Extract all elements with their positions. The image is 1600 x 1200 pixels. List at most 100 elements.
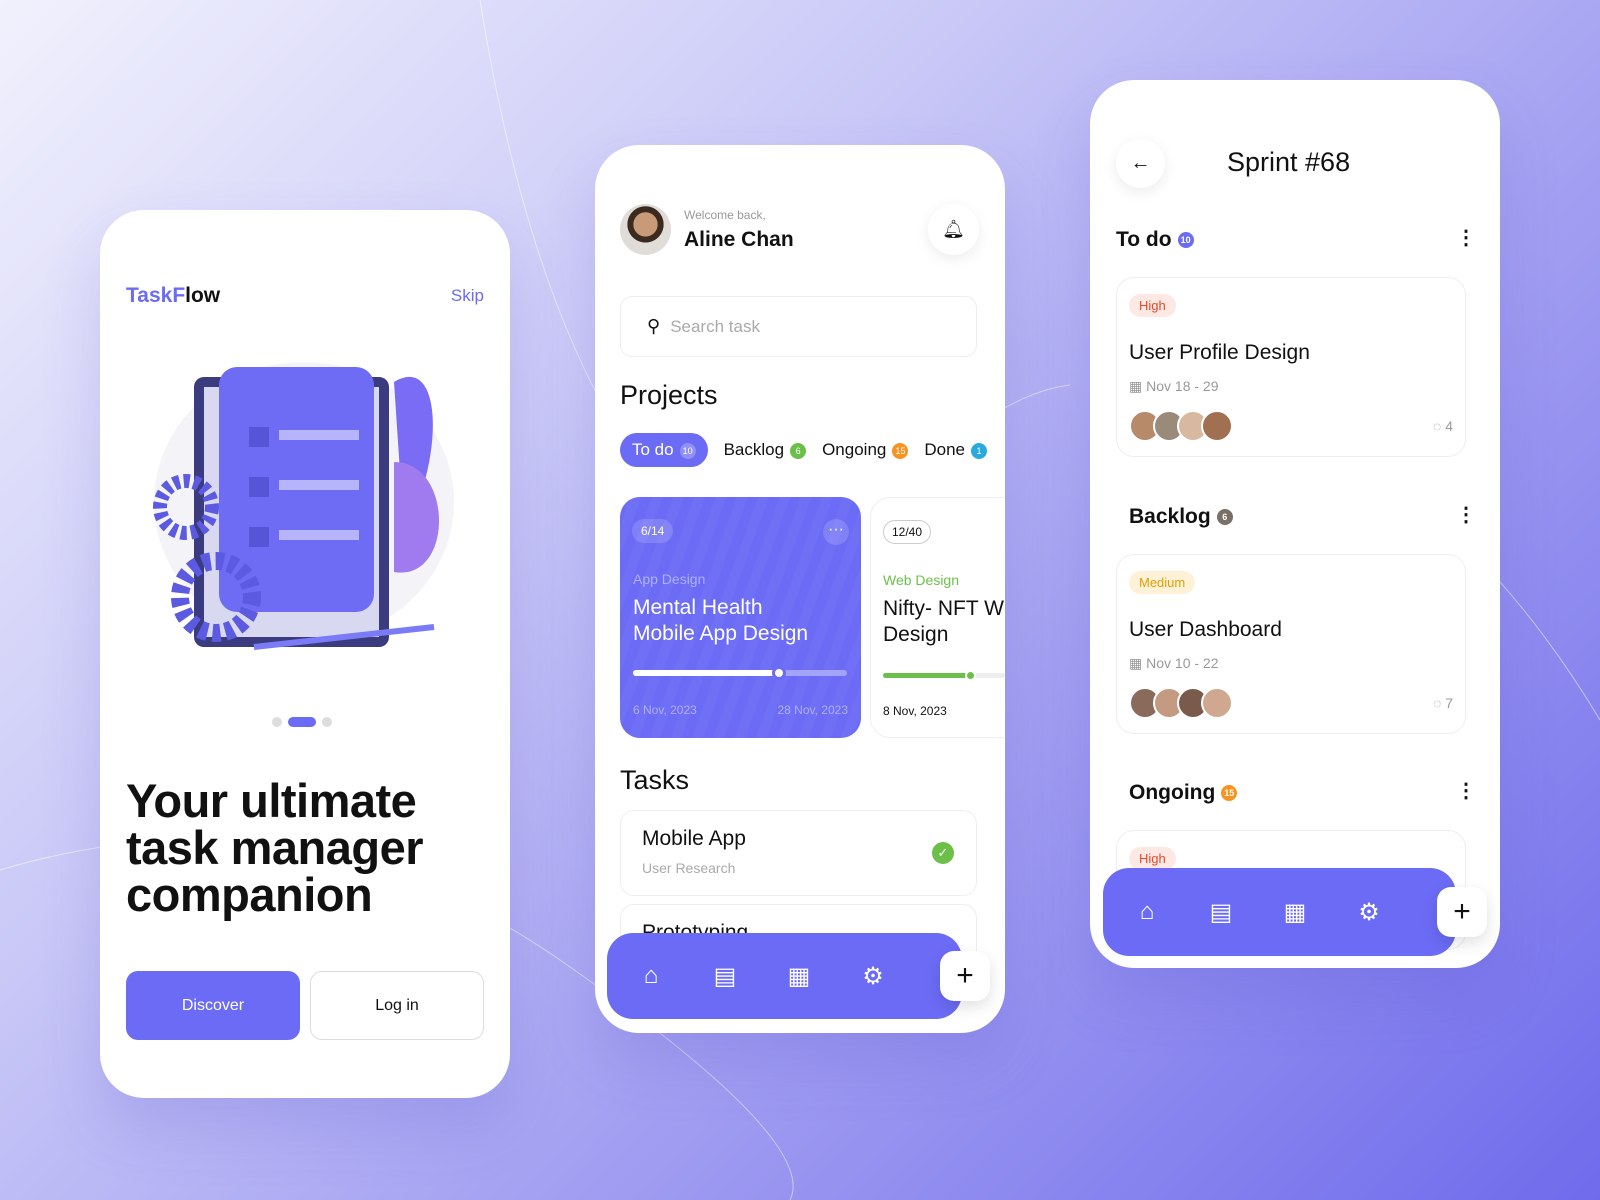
project-category: App Design [633,571,706,587]
more-icon[interactable]: ⋮ [1456,502,1476,527]
user-avatar[interactable] [620,204,671,255]
tab-backlog[interactable]: Backlog 6 [723,440,807,460]
comment-icon: ◌ [1432,418,1446,434]
section-ongoing: Ongoing 15 [1129,781,1238,805]
start-date: 6 Nov, 2023 [633,703,697,717]
logo-part: Task [126,284,173,307]
showcase-background: TaskFlow Skip Your ultimate task manager… [0,0,1600,1200]
sprint-title: Sprint #68 [1227,147,1351,177]
project-tabs: To do 10 Backlog 6 Ongoing 15 Done 1 [620,433,987,467]
search-input[interactable]: ⚲ Search task [620,296,977,357]
tab-todo[interactable]: To do 10 [620,433,708,467]
tab-label: Backlog [723,440,785,459]
sprint-screen: ← Sprint #68 To do 10 ⋮ High User Profile… [1090,80,1500,968]
task-count-pill: 6/14 [632,519,674,543]
task-subtitle: User Research [642,860,736,876]
search-icon: ⚲ [647,316,661,336]
home-screen: Welcome back, Aline Chan 🔔︎ ⚲ Search tas… [595,145,1005,1033]
avatar [1201,687,1233,719]
calendar-icon[interactable]: ▦ [1281,898,1309,927]
project-title: Nifty- NFT W Design [883,596,1004,648]
task-card[interactable]: Medium User Dashboard ▦ Nov 10 - 22 ◌ 7 [1116,554,1466,734]
calendar-icon[interactable]: ▦ [785,962,813,991]
title-line: Design [883,623,949,646]
card-title: User Profile Design [1129,341,1310,364]
headline: Your ultimate task manager companion [126,774,424,921]
title-line: Mental Health [633,596,763,619]
tab-label: To do [632,440,674,459]
section-count: 10 [1177,232,1194,249]
section-count: 15 [1221,785,1238,802]
card-date: Nov 10 - 22 [1146,655,1219,671]
discover-button[interactable]: Discover [126,971,300,1040]
tasks-title: Tasks [620,765,690,795]
project-title: Mental Health Mobile App Design [633,595,808,647]
task-title: Mobile App [642,827,746,850]
tab-done[interactable]: Done 1 [924,440,987,460]
comment-icon: ◌ [1432,695,1446,711]
page-indicator [272,717,332,727]
section-todo: To do 10 [1116,228,1194,252]
more-icon[interactable]: ⋮ [1456,778,1476,803]
user-name: Aline Chan [684,228,794,251]
tab-count: 15 [892,442,909,459]
back-button[interactable]: ← [1116,139,1165,188]
progress-handle[interactable] [964,670,976,681]
home-icon[interactable]: ⌂ [637,962,665,990]
onboarding-screen: TaskFlow Skip Your ultimate task manager… [100,210,510,1098]
start-date: 8 Nov, 2023 [883,704,947,718]
project-category: Web Design [883,572,960,588]
task-item[interactable]: Mobile App User Research ✓ [620,810,977,896]
headline-line: task manager [126,821,424,874]
project-card[interactable]: 6/14 ··· App Design Mental Health Mobile … [620,497,861,738]
card-date: Nov 18 - 29 [1146,378,1219,394]
bell-icon[interactable]: 🔔︎ [928,204,979,255]
tab-label: Done [924,440,965,459]
more-icon[interactable]: ⋮ [1456,225,1476,250]
section-label: Ongoing [1129,781,1216,804]
home-icon[interactable]: ⌂ [1133,898,1161,926]
priority-badge: Medium [1129,571,1196,594]
login-button[interactable]: Log in [310,971,484,1040]
comment-count: 4 [1445,418,1453,434]
tab-ongoing[interactable]: Ongoing 15 [822,440,909,460]
headline-line: Your ultimate [126,774,417,827]
progress-handle[interactable] [771,666,786,680]
settings-icon[interactable]: ⚙ [1355,898,1383,927]
progress-fill [883,670,976,681]
section-label: Backlog [1129,505,1211,528]
comment-count: 7 [1445,695,1453,711]
progress-track [883,670,1005,681]
priority-badge: High [1129,847,1176,870]
task-card[interactable]: High User Profile Design ▦ Nov 18 - 29 ◌… [1116,277,1466,457]
document-icon[interactable]: ▤ [711,962,739,991]
page-dot-active[interactable] [288,717,316,727]
project-card[interactable]: 12/40 Web Design Nifty- NFT W Design 8 No… [870,497,1005,738]
end-date: 28 Nov, 2023 [777,703,849,717]
add-button[interactable]: + [1437,887,1487,937]
skip-link[interactable]: Skip [451,286,484,306]
calendar-icon: ▦ [1129,655,1147,671]
page-dot[interactable] [322,717,332,727]
document-icon[interactable]: ▤ [1207,898,1235,927]
tab-count: 1 [971,442,987,459]
add-button[interactable]: + [940,951,990,1001]
section-label: To do [1116,228,1172,251]
settings-icon[interactable]: ⚙ [859,962,887,991]
bottom-nav: ⌂ ▤ ▦ ⚙ [1103,868,1456,956]
calendar-icon: ▦ [1129,378,1147,394]
progress-track [633,666,847,680]
assignee-avatars [1129,410,1233,442]
tab-label: Ongoing [822,440,887,459]
page-dot[interactable] [272,717,282,727]
section-backlog: Backlog 6 [1129,505,1233,529]
tab-count: 6 [790,442,807,459]
tab-count: 10 [679,442,696,459]
logo-part: F [172,284,186,307]
card-title: User Dashboard [1129,618,1282,641]
more-icon[interactable]: ··· [823,519,849,545]
projects-title: Projects [620,380,718,410]
headline-line: companion [126,868,373,921]
assignee-avatars [1129,687,1233,719]
check-icon[interactable]: ✓ [932,842,954,864]
